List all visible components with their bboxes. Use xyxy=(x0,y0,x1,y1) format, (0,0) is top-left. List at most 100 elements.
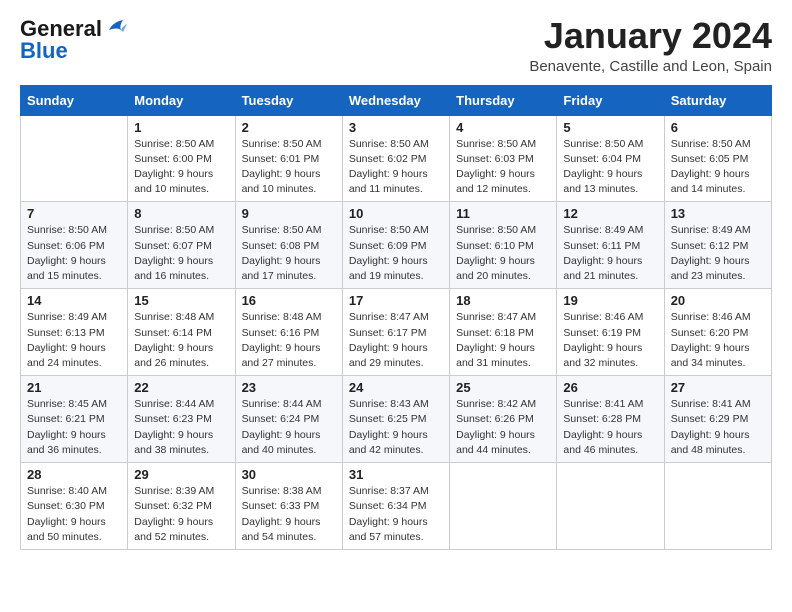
day-number: 14 xyxy=(27,293,121,308)
day-number: 9 xyxy=(242,206,336,221)
calendar-cell: 20 Sunrise: 8:46 AM Sunset: 6:20 PM Dayli… xyxy=(664,289,771,376)
day-info: Sunrise: 8:44 AM Sunset: 6:23 PM Dayligh… xyxy=(134,397,228,458)
day-info: Sunrise: 8:50 AM Sunset: 6:02 PM Dayligh… xyxy=(349,137,443,198)
calendar-cell: 19 Sunrise: 8:46 AM Sunset: 6:19 PM Dayli… xyxy=(557,289,664,376)
calendar-body: 1Sunrise: 8:50 AM Sunset: 6:00 PM Daylig… xyxy=(21,115,772,549)
calendar-header: SundayMondayTuesdayWednesdayThursdayFrid… xyxy=(21,85,772,115)
calendar-cell: 14 Sunrise: 8:49 AM Sunset: 6:13 PM Dayli… xyxy=(21,289,128,376)
day-number: 12 xyxy=(563,206,657,221)
day-info: Sunrise: 8:40 AM Sunset: 6:30 PM Dayligh… xyxy=(27,484,121,545)
calendar-table: SundayMondayTuesdayWednesdayThursdayFrid… xyxy=(20,85,772,550)
header-cell-friday: Friday xyxy=(557,85,664,115)
day-number: 24 xyxy=(349,380,443,395)
header-cell-wednesday: Wednesday xyxy=(342,85,449,115)
day-info: Sunrise: 8:47 AM Sunset: 6:18 PM Dayligh… xyxy=(456,310,550,371)
calendar-cell: 1Sunrise: 8:50 AM Sunset: 6:00 PM Daylig… xyxy=(128,115,235,202)
calendar-cell: 25 Sunrise: 8:42 AM Sunset: 6:26 PM Dayli… xyxy=(450,376,557,463)
page-header: General Blue January 2024 Benavente, Cas… xyxy=(20,16,772,75)
logo-blue: Blue xyxy=(20,38,68,64)
header-cell-thursday: Thursday xyxy=(450,85,557,115)
calendar-cell: 21 Sunrise: 8:45 AM Sunset: 6:21 PM Dayli… xyxy=(21,376,128,463)
day-number: 15 xyxy=(134,293,228,308)
day-number: 13 xyxy=(671,206,765,221)
calendar-cell: 17 Sunrise: 8:47 AM Sunset: 6:17 PM Dayli… xyxy=(342,289,449,376)
day-info: Sunrise: 8:46 AM Sunset: 6:20 PM Dayligh… xyxy=(671,310,765,371)
day-number: 27 xyxy=(671,380,765,395)
day-number: 21 xyxy=(27,380,121,395)
calendar-week-4: 21 Sunrise: 8:45 AM Sunset: 6:21 PM Dayli… xyxy=(21,376,772,463)
calendar-week-3: 14 Sunrise: 8:49 AM Sunset: 6:13 PM Dayli… xyxy=(21,289,772,376)
day-info: Sunrise: 8:39 AM Sunset: 6:32 PM Dayligh… xyxy=(134,484,228,545)
day-number: 25 xyxy=(456,380,550,395)
calendar-week-2: 7 Sunrise: 8:50 AM Sunset: 6:06 PM Daylig… xyxy=(21,202,772,289)
day-info: Sunrise: 8:48 AM Sunset: 6:16 PM Dayligh… xyxy=(242,310,336,371)
calendar-cell: 11Sunrise: 8:50 AM Sunset: 6:10 PM Dayli… xyxy=(450,202,557,289)
calendar-week-5: 28 Sunrise: 8:40 AM Sunset: 6:30 PM Dayli… xyxy=(21,463,772,550)
day-info: Sunrise: 8:50 AM Sunset: 6:01 PM Dayligh… xyxy=(242,137,336,198)
day-number: 7 xyxy=(27,206,121,221)
day-number: 30 xyxy=(242,467,336,482)
calendar-cell: 13Sunrise: 8:49 AM Sunset: 6:12 PM Dayli… xyxy=(664,202,771,289)
calendar-cell: 4 Sunrise: 8:50 AM Sunset: 6:03 PM Daylig… xyxy=(450,115,557,202)
day-info: Sunrise: 8:49 AM Sunset: 6:11 PM Dayligh… xyxy=(563,223,657,284)
day-number: 4 xyxy=(456,120,550,135)
day-number: 3 xyxy=(349,120,443,135)
day-number: 8 xyxy=(134,206,228,221)
calendar-cell: 15 Sunrise: 8:48 AM Sunset: 6:14 PM Dayli… xyxy=(128,289,235,376)
calendar-cell: 5 Sunrise: 8:50 AM Sunset: 6:04 PM Daylig… xyxy=(557,115,664,202)
calendar-cell: 3 Sunrise: 8:50 AM Sunset: 6:02 PM Daylig… xyxy=(342,115,449,202)
calendar-cell: 12 Sunrise: 8:49 AM Sunset: 6:11 PM Dayli… xyxy=(557,202,664,289)
day-info: Sunrise: 8:50 AM Sunset: 6:05 PM Dayligh… xyxy=(671,137,765,198)
day-number: 23 xyxy=(242,380,336,395)
calendar-cell: 30Sunrise: 8:38 AM Sunset: 6:33 PM Dayli… xyxy=(235,463,342,550)
calendar-cell: 29 Sunrise: 8:39 AM Sunset: 6:32 PM Dayli… xyxy=(128,463,235,550)
calendar-cell xyxy=(21,115,128,202)
calendar-week-1: 1Sunrise: 8:50 AM Sunset: 6:00 PM Daylig… xyxy=(21,115,772,202)
calendar-cell xyxy=(450,463,557,550)
day-info: Sunrise: 8:49 AM Sunset: 6:13 PM Dayligh… xyxy=(27,310,121,371)
calendar-cell: 22Sunrise: 8:44 AM Sunset: 6:23 PM Dayli… xyxy=(128,376,235,463)
calendar-cell: 16Sunrise: 8:48 AM Sunset: 6:16 PM Dayli… xyxy=(235,289,342,376)
day-number: 28 xyxy=(27,467,121,482)
calendar-cell xyxy=(557,463,664,550)
logo-bird-icon xyxy=(105,16,127,38)
day-info: Sunrise: 8:50 AM Sunset: 6:07 PM Dayligh… xyxy=(134,223,228,284)
day-number: 19 xyxy=(563,293,657,308)
day-number: 18 xyxy=(456,293,550,308)
day-number: 31 xyxy=(349,467,443,482)
calendar-cell: 18 Sunrise: 8:47 AM Sunset: 6:18 PM Dayli… xyxy=(450,289,557,376)
month-title: January 2024 xyxy=(529,16,772,56)
day-info: Sunrise: 8:50 AM Sunset: 6:06 PM Dayligh… xyxy=(27,223,121,284)
day-number: 5 xyxy=(563,120,657,135)
day-info: Sunrise: 8:42 AM Sunset: 6:26 PM Dayligh… xyxy=(456,397,550,458)
day-info: Sunrise: 8:43 AM Sunset: 6:25 PM Dayligh… xyxy=(349,397,443,458)
day-number: 20 xyxy=(671,293,765,308)
day-info: Sunrise: 8:48 AM Sunset: 6:14 PM Dayligh… xyxy=(134,310,228,371)
header-row: SundayMondayTuesdayWednesdayThursdayFrid… xyxy=(21,85,772,115)
day-info: Sunrise: 8:44 AM Sunset: 6:24 PM Dayligh… xyxy=(242,397,336,458)
header-cell-monday: Monday xyxy=(128,85,235,115)
day-info: Sunrise: 8:37 AM Sunset: 6:34 PM Dayligh… xyxy=(349,484,443,545)
calendar-cell: 9 Sunrise: 8:50 AM Sunset: 6:08 PM Daylig… xyxy=(235,202,342,289)
header-cell-saturday: Saturday xyxy=(664,85,771,115)
day-info: Sunrise: 8:47 AM Sunset: 6:17 PM Dayligh… xyxy=(349,310,443,371)
day-number: 6 xyxy=(671,120,765,135)
calendar-cell: 24 Sunrise: 8:43 AM Sunset: 6:25 PM Dayli… xyxy=(342,376,449,463)
day-info: Sunrise: 8:46 AM Sunset: 6:19 PM Dayligh… xyxy=(563,310,657,371)
day-number: 10 xyxy=(349,206,443,221)
calendar-cell: 6 Sunrise: 8:50 AM Sunset: 6:05 PM Daylig… xyxy=(664,115,771,202)
day-number: 26 xyxy=(563,380,657,395)
day-info: Sunrise: 8:41 AM Sunset: 6:29 PM Dayligh… xyxy=(671,397,765,458)
day-number: 17 xyxy=(349,293,443,308)
day-number: 11 xyxy=(456,206,550,221)
day-info: Sunrise: 8:50 AM Sunset: 6:03 PM Dayligh… xyxy=(456,137,550,198)
calendar-cell: 23 Sunrise: 8:44 AM Sunset: 6:24 PM Dayli… xyxy=(235,376,342,463)
day-info: Sunrise: 8:45 AM Sunset: 6:21 PM Dayligh… xyxy=(27,397,121,458)
header-cell-sunday: Sunday xyxy=(21,85,128,115)
calendar-cell: 7 Sunrise: 8:50 AM Sunset: 6:06 PM Daylig… xyxy=(21,202,128,289)
calendar-cell xyxy=(664,463,771,550)
day-number: 29 xyxy=(134,467,228,482)
day-info: Sunrise: 8:50 AM Sunset: 6:08 PM Dayligh… xyxy=(242,223,336,284)
day-info: Sunrise: 8:50 AM Sunset: 6:04 PM Dayligh… xyxy=(563,137,657,198)
day-number: 2 xyxy=(242,120,336,135)
